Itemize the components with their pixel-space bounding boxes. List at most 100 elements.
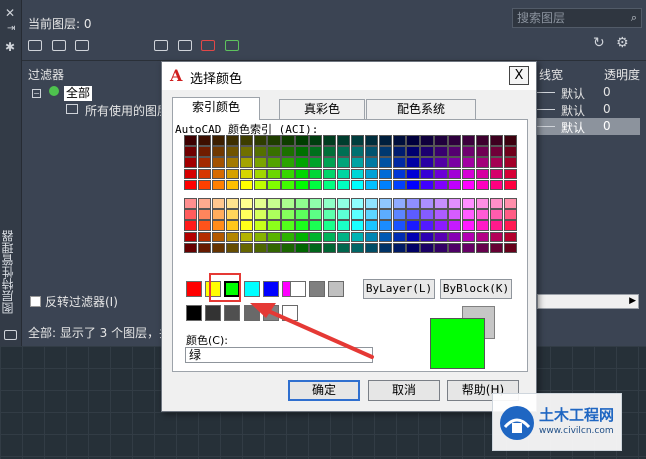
aci-swatch[interactable] <box>295 231 309 243</box>
standard-color-swatch[interactable] <box>186 281 202 297</box>
aci-swatch[interactable] <box>420 198 434 209</box>
aci-swatch[interactable] <box>281 135 295 146</box>
aci-swatch[interactable] <box>197 179 212 191</box>
aci-swatch[interactable] <box>239 220 253 232</box>
aci-swatch[interactable] <box>184 157 198 169</box>
aci-swatch[interactable] <box>197 168 212 180</box>
new-group-filter-icon[interactable] <box>51 39 66 51</box>
aci-swatch[interactable] <box>281 231 295 243</box>
aci-swatch[interactable] <box>281 146 295 157</box>
aci-swatch[interactable] <box>434 209 448 220</box>
aci-swatch[interactable] <box>378 168 392 180</box>
aci-swatch[interactable] <box>309 198 323 209</box>
aci-swatch[interactable] <box>434 220 448 232</box>
aci-swatch[interactable] <box>392 146 406 157</box>
aci-swatch[interactable] <box>462 231 476 243</box>
aci-swatch[interactable] <box>197 209 212 220</box>
aci-swatch[interactable] <box>350 220 365 232</box>
aci-swatch[interactable] <box>503 220 518 232</box>
aci-swatch[interactable] <box>462 146 476 157</box>
aci-swatch[interactable] <box>184 231 198 243</box>
aci-swatch[interactable] <box>281 209 295 220</box>
aci-swatch[interactable] <box>434 135 448 146</box>
aci-swatch[interactable] <box>323 146 337 157</box>
aci-swatch[interactable] <box>378 179 392 191</box>
aci-swatch[interactable] <box>336 220 351 232</box>
filter-used-item[interactable]: 所有使用的图层 <box>85 102 169 119</box>
aci-swatch[interactable] <box>336 231 351 243</box>
aci-swatch[interactable] <box>211 179 226 191</box>
aci-swatch[interactable] <box>253 157 267 169</box>
gray-color-swatch[interactable] <box>282 305 298 321</box>
aci-swatch[interactable] <box>184 209 198 220</box>
new-property-filter-icon[interactable] <box>28 39 42 51</box>
column-header-lineweight[interactable]: 线宽 <box>539 66 563 83</box>
standard-color-swatch[interactable] <box>328 281 345 297</box>
aci-swatch[interactable] <box>475 146 490 157</box>
aci-swatch[interactable] <box>434 179 448 191</box>
aci-swatch[interactable] <box>462 168 476 180</box>
gray-color-swatch[interactable] <box>262 305 279 321</box>
close-icon[interactable]: ✕ <box>5 6 15 20</box>
aci-swatch[interactable] <box>364 157 379 169</box>
aci-swatch[interactable] <box>448 168 462 180</box>
aci-swatch[interactable] <box>225 242 240 254</box>
aci-swatch[interactable] <box>434 198 448 209</box>
aci-swatch[interactable] <box>420 146 434 157</box>
filter-all-item[interactable]: 全部 <box>64 86 93 101</box>
aci-swatch[interactable] <box>503 231 518 243</box>
aci-swatch[interactable] <box>225 198 240 209</box>
ok-button[interactable]: 确定 <box>288 380 360 401</box>
dialog-close-button[interactable]: X <box>509 66 529 85</box>
aci-swatch[interactable] <box>448 231 462 243</box>
gray-color-swatch[interactable] <box>186 305 202 321</box>
aci-swatch[interactable] <box>462 209 476 220</box>
new-vp-frozen-layer-icon[interactable] <box>177 39 192 51</box>
aci-swatch[interactable] <box>336 198 351 209</box>
aci-swatch[interactable] <box>239 135 253 146</box>
aci-swatch[interactable] <box>239 242 253 254</box>
aci-swatch[interactable] <box>392 209 406 220</box>
aci-swatch[interactable] <box>503 198 518 209</box>
aci-swatch[interactable] <box>448 146 462 157</box>
aci-swatch[interactable] <box>350 198 365 209</box>
aci-swatch[interactable] <box>489 220 504 232</box>
aci-swatch[interactable] <box>350 242 365 254</box>
aci-swatch[interactable] <box>323 168 337 180</box>
aci-swatch[interactable] <box>295 198 309 209</box>
aci-swatch[interactable] <box>350 157 365 169</box>
standard-color-swatch[interactable] <box>262 281 279 297</box>
aci-swatch[interactable] <box>184 168 198 180</box>
aci-swatch[interactable] <box>239 231 253 243</box>
aci-swatch[interactable] <box>503 209 518 220</box>
aci-swatch[interactable] <box>364 220 379 232</box>
aci-swatch[interactable] <box>267 209 281 220</box>
aci-swatch[interactable] <box>197 198 212 209</box>
tab-true-color[interactable]: 真彩色 <box>279 99 365 119</box>
aci-swatch[interactable] <box>197 231 212 243</box>
aci-swatch[interactable] <box>225 168 240 180</box>
aci-swatch[interactable] <box>378 242 392 254</box>
aci-swatch[interactable] <box>309 179 323 191</box>
aci-swatch[interactable] <box>489 168 504 180</box>
aci-swatch[interactable] <box>225 231 240 243</box>
aci-swatch[interactable] <box>197 242 212 254</box>
aci-swatch[interactable] <box>184 198 198 209</box>
aci-swatch[interactable] <box>378 135 392 146</box>
aci-swatch[interactable] <box>281 242 295 254</box>
refresh-icon[interactable]: ↻ <box>593 35 605 51</box>
aci-swatch[interactable] <box>406 198 420 209</box>
aci-swatch[interactable] <box>184 220 198 232</box>
aci-swatch[interactable] <box>448 198 462 209</box>
aci-swatch[interactable] <box>475 135 490 146</box>
aci-swatch[interactable] <box>253 179 267 191</box>
aci-swatch[interactable] <box>420 231 434 243</box>
aci-swatch[interactable] <box>503 146 518 157</box>
tab-color-books[interactable]: 配色系统 <box>366 99 476 119</box>
aci-swatch[interactable] <box>364 198 379 209</box>
aci-swatch[interactable] <box>364 231 379 243</box>
aci-swatch[interactable] <box>267 242 281 254</box>
aci-swatch[interactable] <box>225 157 240 169</box>
aci-swatch[interactable] <box>323 209 337 220</box>
aci-swatch[interactable] <box>267 135 281 146</box>
